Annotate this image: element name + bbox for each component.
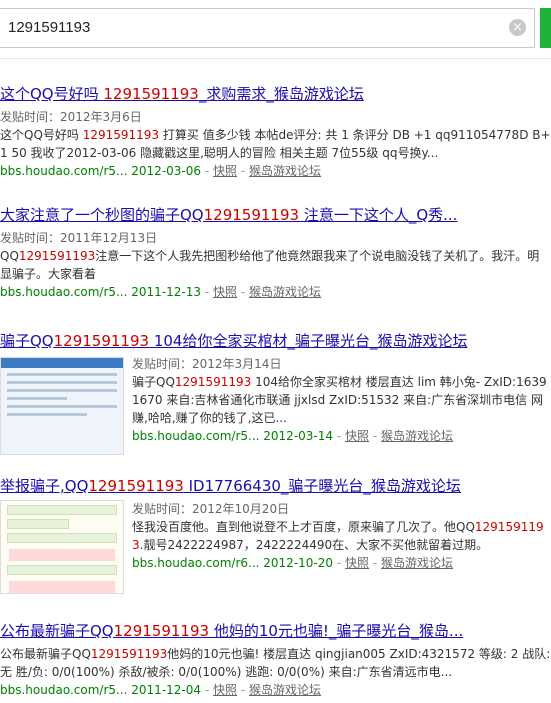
result-item: 公布最新骗子QQ1291591193 他妈的10元也骗!_骗子曝光台_猴岛...… [0,621,551,699]
result-url[interactable]: bbs.houdao.com/r6... [132,556,259,570]
snapshot-link[interactable]: 快照 [345,556,369,570]
result-meta: bbs.houdao.com/r5... 2012-03-06 - 快照 - 猴… [0,164,322,178]
result-date: 发贴时间：2012年3月14日 [132,357,282,371]
search-bar: 1291591193 × [0,0,551,59]
result-title-link[interactable]: 骗子QQ1291591193 104给你全家买棺材_骗子曝光台_猴岛游戏论坛 [0,331,551,351]
site-link[interactable]: 猴岛游戏论坛 [381,556,453,570]
result-meta-date: 2012-10-20 [263,556,334,570]
result-meta: bbs.houdao.com/r5... 2011-12-13 - 快照 - 猴… [0,285,322,299]
site-link[interactable]: 猴岛游戏论坛 [249,164,321,178]
snapshot-link[interactable]: 快照 [345,429,369,443]
site-link[interactable]: 猴岛游戏论坛 [249,683,321,697]
result-date: 发贴时间：2011年12月13日 [0,231,158,245]
site-link[interactable]: 猴岛游戏论坛 [381,429,453,443]
result-meta: bbs.houdao.com/r5... 2011-12-04 - 快照 - 猴… [0,683,322,697]
result-title-link[interactable]: 大家注意了一个秒图的骗子QQ1291591193 注意一下这个人_Q秀... [0,205,551,225]
snapshot-link[interactable]: 快照 [213,164,237,178]
result-item: 骗子QQ1291591193 104给你全家买棺材_骗子曝光台_猴岛游戏论坛 发… [0,331,551,476]
result-url[interactable]: bbs.houdao.com/r5... [0,683,127,697]
clear-icon[interactable]: × [509,19,526,36]
result-item: 这个QQ号好吗 1291591193_求购需求_猴岛游戏论坛 发贴时间：2012… [0,84,551,191]
site-link[interactable]: 猴岛游戏论坛 [249,285,321,299]
result-meta-date: 2012-03-14 [263,429,334,443]
result-snippet: QQ1291591193注意一下这个人我先把图秒给他了他竟然跟我来了个说电脑没钱… [0,249,540,281]
result-item: 大家注意了一个秒图的骗子QQ1291591193 注意一下这个人_Q秀... 发… [0,205,551,331]
result-title-link[interactable]: 公布最新骗子QQ1291591193 他妈的10元也骗!_骗子曝光台_猴岛... [0,621,551,641]
result-meta-date: 2012-03-06 [131,164,202,178]
result-meta-date: 2011-12-13 [131,285,202,299]
result-thumbnail[interactable] [0,500,124,594]
result-meta-date: 2011-12-04 [131,683,202,697]
result-title-link[interactable]: 这个QQ号好吗 1291591193_求购需求_猴岛游戏论坛 [0,84,551,104]
result-snippet: 骗子QQ1291591193 104给你全家买棺材 楼层直达 lim 韩小兔- … [132,375,547,425]
result-date: 发贴时间：2012年10月20日 [132,502,290,516]
result-date: 发贴时间：2012年3月6日 [0,110,142,124]
result-item: 举报骗子,QQ1291591193 ID17766430_骗子曝光台_猴岛游戏论… [0,476,551,621]
result-meta: bbs.houdao.com/r6... 2012-10-20 - 快照 - 猴… [132,556,454,570]
result-snippet: 公布最新骗子QQ1291591193他妈的10元也骗! 楼层直达 qingjia… [0,647,551,679]
search-button[interactable] [540,8,551,48]
result-url[interactable]: bbs.houdao.com/r5... [132,429,259,443]
result-title-link[interactable]: 举报骗子,QQ1291591193 ID17766430_骗子曝光台_猴岛游戏论… [0,476,551,496]
results-list: 这个QQ号好吗 1291591193_求购需求_猴岛游戏论坛 发贴时间：2012… [0,84,551,699]
result-url[interactable]: bbs.houdao.com/r5... [0,164,127,178]
result-snippet: 这个QQ号好吗 1291591193 打算买 值多少钱 本帖de评分: 共 1 … [0,128,551,160]
result-snippet: 怪我没百度他。直到他说登不上才百度，原来骗了几次了。他QQ1291591193.… [132,520,544,552]
result-thumbnail[interactable] [0,357,124,455]
result-meta: bbs.houdao.com/r5... 2012-03-14 - 快照 - 猴… [132,429,454,443]
snapshot-link[interactable]: 快照 [213,285,237,299]
result-url[interactable]: bbs.houdao.com/r5... [0,285,127,299]
snapshot-link[interactable]: 快照 [213,683,237,697]
search-input[interactable]: 1291591193 [0,8,535,48]
